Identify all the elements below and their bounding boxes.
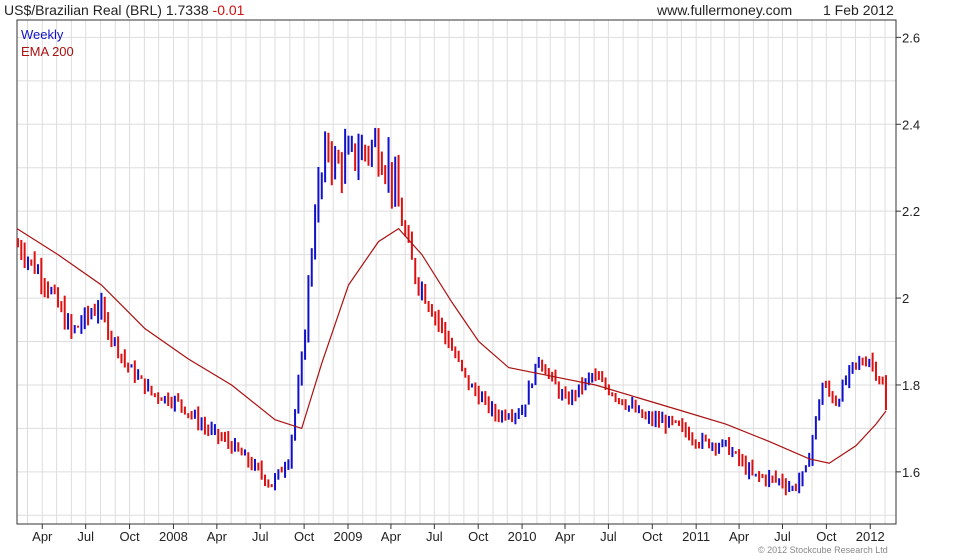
- x-tick-label: 2008: [159, 529, 188, 544]
- x-tick-label: Apr: [207, 529, 228, 544]
- x-tick-label: Oct: [816, 529, 837, 544]
- plot-frame: [16, 19, 897, 525]
- x-tick-label: Apr: [729, 529, 750, 544]
- y-tick-label: 2.2: [902, 204, 920, 219]
- y-tick-label: 1.8: [902, 378, 920, 393]
- x-tick-label: Jul: [426, 529, 443, 544]
- x-tick-label: 2010: [508, 529, 537, 544]
- x-tick-label: Jul: [600, 529, 617, 544]
- x-tick-label: Oct: [642, 529, 663, 544]
- price-chart: 1.6 1.8 2 2.2 2.4 2.6 Apr Jul Oct 2008 Apr Jul Oct 20…: [16, 19, 920, 544]
- legend-weekly: Weekly: [21, 27, 64, 42]
- y-tick-label: 2: [902, 291, 909, 306]
- weekly-bars: [16, 127, 887, 496]
- x-tick-label: Apr: [32, 529, 53, 544]
- y-tick-label: 2.4: [902, 117, 920, 132]
- x-tick-label: Apr: [555, 529, 576, 544]
- x-tick-label: 2012: [856, 529, 885, 544]
- y-tick-label: 2.6: [902, 30, 920, 45]
- x-tick-label: Oct: [294, 529, 315, 544]
- legend-ema-200: EMA 200: [21, 44, 74, 59]
- y-tick-label: 1.6: [902, 465, 920, 480]
- copyright-notice: © 2012 Stockcube Research Ltd: [758, 545, 888, 555]
- x-tick-label: Oct: [119, 529, 140, 544]
- x-tick-label: Jul: [77, 529, 94, 544]
- x-tick-label: Oct: [468, 529, 489, 544]
- x-tick-label: Jul: [252, 529, 269, 544]
- x-tick-label: 2011: [682, 529, 710, 544]
- x-tick-label: Jul: [774, 529, 791, 544]
- x-tick-label: Apr: [381, 529, 402, 544]
- x-tick-label: 2009: [334, 529, 363, 544]
